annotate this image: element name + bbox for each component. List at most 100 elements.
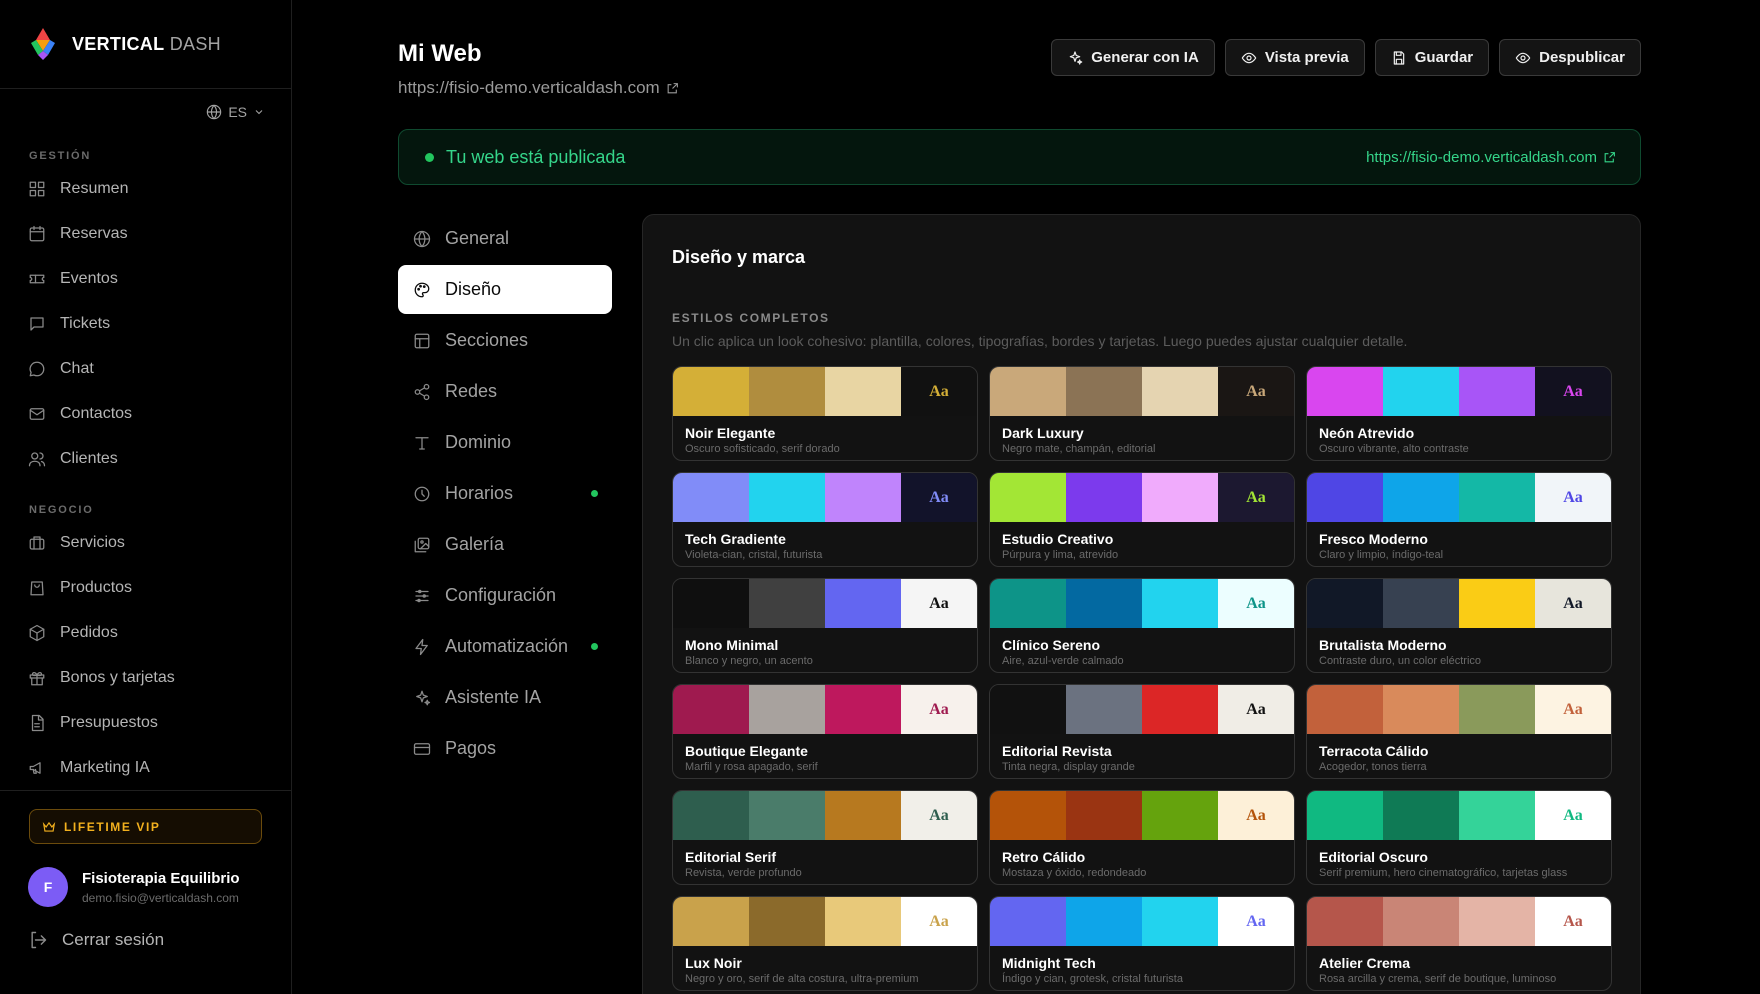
user-profile[interactable]: F Fisioterapia Equilibrio demo.fisio@ver… [28, 867, 240, 907]
sidebar-item-productos[interactable]: Productos [28, 573, 132, 603]
style-preset-card[interactable]: Aa Midnight Tech Índigo y cian, grotesk, c… [989, 896, 1295, 991]
sidebar-item-tickets[interactable]: Tickets [28, 309, 110, 339]
typography-preview: Aa [901, 367, 977, 416]
chat-bubble-icon [29, 361, 45, 377]
settings-tab-label: Configuración [445, 585, 557, 605]
style-name: Editorial Revista [1002, 743, 1112, 759]
published-url-link[interactable]: https://fisio-demo.verticaldash.com [1366, 149, 1616, 166]
sidebar-item-label: Tickets [60, 315, 111, 332]
sidebar-item-eventos[interactable]: Eventos [28, 264, 118, 294]
color-swatch [825, 473, 901, 522]
sidebar-item-bonos[interactable]: Bonos y tarjetas [28, 663, 175, 693]
style-preset-card[interactable]: Aa Editorial Oscuro Serif premium, hero ci… [1306, 790, 1612, 885]
sidebar-item-label: Productos [60, 579, 133, 596]
preview-button[interactable]: Vista previa [1224, 39, 1365, 76]
settings-tab-configuracion[interactable]: Configuración [398, 571, 612, 620]
sidebar-item-reservas[interactable]: Reservas [28, 219, 128, 249]
style-description: Mostaza y óxido, redondeado [1002, 867, 1147, 879]
color-swatch [1307, 579, 1383, 628]
color-swatch [1066, 791, 1142, 840]
sidebar-item-contactos[interactable]: Contactos [28, 399, 132, 429]
sidebar-item-presupuestos[interactable]: Presupuestos [28, 708, 158, 738]
color-swatches: Aa [673, 897, 977, 946]
style-preset-card[interactable]: Aa Atelier Crema Rosa arcilla y crema, ser… [1306, 896, 1612, 991]
style-preset-card[interactable]: Aa Editorial Revista Tinta negra, display … [989, 684, 1295, 779]
color-swatch [1459, 791, 1535, 840]
sliders-icon [415, 589, 429, 602]
color-swatches: Aa [673, 685, 977, 734]
style-presets-grid: Aa Noir Elegante Oscuro sofisticado, serif… [672, 366, 1612, 991]
style-name: Retro Cálido [1002, 849, 1086, 865]
style-preset-card[interactable]: Aa Mono Minimal Blanco y negro, un acento [672, 578, 978, 673]
page-title: Mi Web [398, 40, 482, 67]
color-swatches: Aa [990, 579, 1294, 628]
settings-tab-label: Diseño [445, 279, 502, 299]
sidebar-item-label: Presupuestos [60, 714, 158, 731]
color-swatch [1066, 579, 1142, 628]
sidebar-item-marketing[interactable]: Marketing IA [28, 753, 150, 783]
style-preset-card[interactable]: Aa Lux Noir Negro y oro, serif de alta cos… [672, 896, 978, 991]
color-swatch [1142, 685, 1218, 734]
site-url-link[interactable]: https://fisio-demo.verticaldash.com [398, 78, 679, 98]
brand[interactable]: VERTICAL DASH [28, 24, 221, 64]
settings-tab-label: Horarios [445, 483, 514, 503]
style-description: Claro y limpio, índigo-teal [1319, 549, 1444, 561]
layout-icon [414, 333, 430, 348]
color-swatch [1307, 791, 1383, 840]
typography-preview: Aa [1535, 367, 1611, 416]
style-preset-card[interactable]: Aa Terracota Cálido Acogedor, tonos tierra [1306, 684, 1612, 779]
style-name: Terracota Cálido [1319, 743, 1429, 759]
color-swatches: Aa [1307, 897, 1611, 946]
published-url-text: https://fisio-demo.verticaldash.com [1366, 148, 1597, 166]
style-preset-card[interactable]: Aa Noir Elegante Oscuro sofisticado, serif… [672, 366, 978, 461]
sidebar-item-resumen[interactable]: Resumen [28, 174, 128, 204]
color-swatch [1066, 897, 1142, 946]
settings-tab-dominio[interactable]: Dominio [398, 418, 612, 467]
unpublish-button[interactable]: Despublicar [1499, 39, 1641, 76]
style-preset-card[interactable]: Aa Clínico Sereno Aire, azul-verde calmado [989, 578, 1295, 673]
settings-tab-redes[interactable]: Redes [398, 367, 612, 416]
sidebar-item-label: Eventos [60, 270, 118, 287]
save-button[interactable]: Guardar [1374, 39, 1490, 76]
style-preset-card[interactable]: Aa Retro Cálido Mostaza y óxido, redondead… [989, 790, 1295, 885]
chevron-down-icon [255, 110, 263, 115]
style-preset-card[interactable]: Aa Editorial Serif Revista, verde profundo [672, 790, 978, 885]
style-preset-card[interactable]: Aa Brutalista Moderno Contraste duro, un c… [1306, 578, 1612, 673]
sidebar-item-chat[interactable]: Chat [28, 354, 94, 384]
style-preset-card[interactable]: Aa Dark Luxury Negro mate, champán, editor… [989, 366, 1295, 461]
settings-tab-horarios[interactable]: Horarios [398, 469, 612, 518]
style-description: Negro y oro, serif de alta costura, ultr… [685, 973, 919, 985]
typography-preview: Aa [1218, 897, 1294, 946]
style-preset-card[interactable]: Aa Neón Atrevido Oscuro vibrante, alto con… [1306, 366, 1612, 461]
settings-tab-galeria[interactable]: Galería [398, 520, 612, 569]
style-preset-card[interactable]: Aa Estudio Creativo Púrpura y lima, atrevi… [989, 472, 1295, 567]
lifetime-vip-badge[interactable]: LIFETIME VIP [29, 809, 262, 844]
logout-button[interactable]: Cerrar sesión [28, 930, 164, 950]
sidebar-section-label: GESTIÓN [29, 150, 92, 162]
sidebar-item-servicios[interactable]: Servicios [28, 528, 125, 558]
sidebar-item-pedidos[interactable]: Pedidos [28, 618, 118, 648]
color-swatch [990, 367, 1066, 416]
settings-tab-secciones[interactable]: Secciones [398, 316, 612, 365]
style-name: Atelier Crema [1319, 955, 1411, 971]
settings-tab-label: Asistente IA [445, 687, 542, 707]
settings-tab-automatizacion[interactable]: Automatización [398, 622, 612, 671]
sidebar-item-clientes[interactable]: Clientes [28, 444, 118, 474]
settings-tab-asistente-ia[interactable]: Asistente IA [398, 673, 612, 722]
style-preset-card[interactable]: Aa Fresco Moderno Claro y limpio, índigo-t… [1306, 472, 1612, 567]
generate-ai-button[interactable]: Generar con IA [1051, 39, 1215, 76]
settings-tab-pagos[interactable]: Pagos [398, 724, 612, 773]
settings-tab-diseno[interactable]: Diseño [398, 265, 612, 314]
style-name: Noir Elegante [685, 425, 776, 441]
typography-preview: Aa [1218, 579, 1294, 628]
color-swatch [749, 791, 825, 840]
typography-preview: Aa [1218, 367, 1294, 416]
user-email: demo.fisio@verticaldash.com [82, 890, 239, 905]
style-preset-card[interactable]: Aa Tech Gradiente Violeta-cian, cristal, f… [672, 472, 978, 567]
color-swatches: Aa [990, 897, 1294, 946]
style-preset-card[interactable]: Aa Boutique Elegante Marfil y rosa apagado… [672, 684, 978, 779]
settings-tab-general[interactable]: General [398, 214, 612, 263]
color-swatch [1459, 897, 1535, 946]
color-swatches: Aa [990, 367, 1294, 416]
language-selector[interactable]: ES [206, 104, 265, 120]
